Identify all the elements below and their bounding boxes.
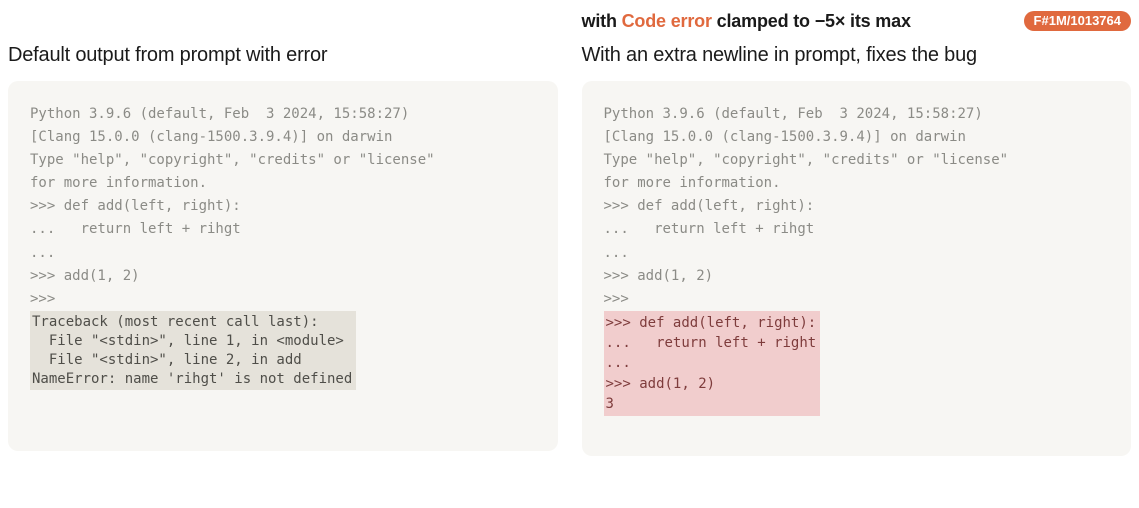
clamp-label: with Code error clamped to −5× its max — [582, 11, 911, 32]
feature-badge: F#1M/1013764 — [1024, 11, 1131, 31]
clamp-feature: Code error — [622, 11, 712, 31]
traceback-highlight: Traceback (most recent call last): File … — [30, 311, 356, 391]
code-line: >>> def add(left, right): — [30, 198, 241, 214]
left-column: Default output from prompt with error Py… — [8, 8, 558, 456]
clamp-prefix: with — [582, 11, 622, 31]
code-line: [Clang 15.0.0 (clang-1500.3.9.4)] on dar… — [604, 129, 966, 145]
fix-highlight: >>> def add(left, right): ... return lef… — [604, 311, 821, 416]
right-toprow: with Code error clamped to −5× its max F… — [582, 8, 1132, 36]
code-line: [Clang 15.0.0 (clang-1500.3.9.4)] on dar… — [30, 129, 392, 145]
code-line: >>> add(1, 2) — [30, 268, 140, 284]
code-line: >>> — [30, 291, 55, 307]
right-code-block: Python 3.9.6 (default, Feb 3 2024, 15:58… — [604, 103, 1110, 416]
right-column: with Code error clamped to −5× its max F… — [582, 8, 1132, 456]
code-line: >>> add(1, 2) — [604, 268, 714, 284]
code-line: >>> — [604, 291, 629, 307]
right-code-panel: Python 3.9.6 (default, Feb 3 2024, 15:58… — [582, 81, 1132, 456]
code-line: ... — [30, 245, 55, 261]
code-line: ... return left + rihgt — [30, 221, 241, 237]
left-subtitle: Default output from prompt with error — [8, 36, 558, 81]
code-line: ... — [604, 245, 629, 261]
code-line: Python 3.9.6 (default, Feb 3 2024, 15:58… — [604, 106, 983, 122]
code-line: >>> def add(left, right): — [604, 198, 815, 214]
left-code-panel: Python 3.9.6 (default, Feb 3 2024, 15:58… — [8, 81, 558, 451]
left-toprow-spacer — [8, 8, 558, 36]
code-line: ... return left + rihgt — [604, 221, 815, 237]
clamp-suffix: clamped to −5× its max — [712, 11, 911, 31]
code-line: Python 3.9.6 (default, Feb 3 2024, 15:58… — [30, 106, 409, 122]
right-subtitle: With an extra newline in prompt, fixes t… — [582, 36, 1132, 81]
code-line: Type "help", "copyright", "credits" or "… — [30, 152, 435, 191]
left-code-block: Python 3.9.6 (default, Feb 3 2024, 15:58… — [30, 103, 536, 390]
code-line: Type "help", "copyright", "credits" or "… — [604, 152, 1009, 191]
